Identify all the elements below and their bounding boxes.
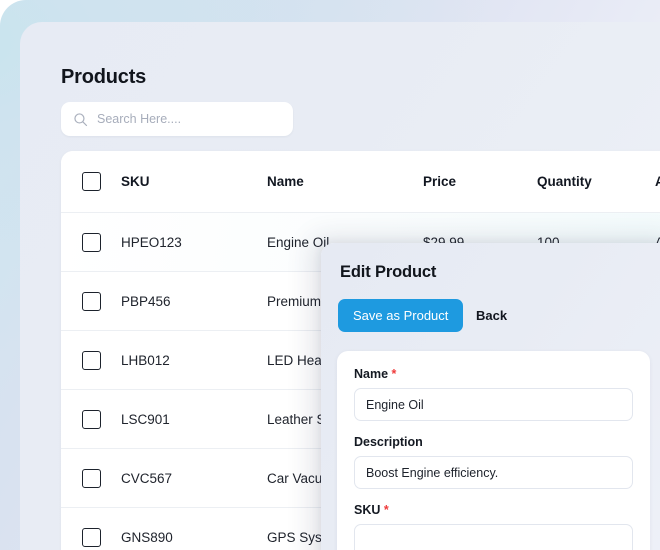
column-header-name[interactable]: Name bbox=[267, 174, 423, 189]
description-field[interactable] bbox=[354, 456, 633, 489]
sku-label-text: SKU bbox=[354, 503, 381, 517]
back-button[interactable]: Back bbox=[476, 299, 507, 332]
edit-product-form: Name * Description SKU * bbox=[337, 351, 650, 550]
cell-sku: CVC567 bbox=[121, 470, 173, 486]
screenshot-viewport: Products SKU Name Price Quantity Action bbox=[0, 0, 660, 550]
row-select-cell[interactable] bbox=[61, 468, 121, 488]
sku-field-label: SKU * bbox=[354, 503, 633, 517]
name-field[interactable] bbox=[354, 388, 633, 421]
row-select-cell[interactable] bbox=[61, 409, 121, 429]
search-icon bbox=[74, 112, 88, 126]
select-all-checkbox[interactable] bbox=[81, 172, 101, 191]
cell-sku: LSC901 bbox=[121, 411, 170, 427]
name-field-label: Name * bbox=[354, 367, 633, 381]
row-checkbox[interactable] bbox=[81, 350, 101, 370]
description-field-label: Description bbox=[354, 435, 423, 449]
search-input[interactable] bbox=[97, 112, 277, 126]
row-checkbox[interactable] bbox=[81, 232, 101, 252]
row-checkbox[interactable] bbox=[81, 409, 101, 429]
row-checkbox[interactable] bbox=[81, 527, 101, 547]
row-select-cell[interactable] bbox=[61, 232, 121, 252]
row-select-cell[interactable] bbox=[61, 350, 121, 370]
required-marker: * bbox=[388, 367, 397, 381]
edit-product-title: Edit Product bbox=[340, 263, 437, 281]
select-all-cell[interactable] bbox=[61, 172, 121, 191]
column-header-price[interactable]: Price bbox=[423, 174, 537, 189]
column-header-action[interactable]: Action bbox=[655, 174, 660, 189]
table-header-row: SKU Name Price Quantity Action bbox=[61, 151, 660, 212]
required-marker: * bbox=[380, 503, 389, 517]
row-checkbox[interactable] bbox=[81, 468, 101, 488]
cell-sku: LHB012 bbox=[121, 352, 170, 368]
column-header-quantity[interactable]: Quantity bbox=[537, 174, 655, 189]
cell-sku: GNS890 bbox=[121, 529, 173, 545]
page-title: Products bbox=[61, 66, 147, 88]
row-checkbox[interactable] bbox=[81, 291, 101, 311]
sku-field[interactable] bbox=[354, 524, 633, 550]
cell-sku: HPEO123 bbox=[121, 234, 182, 250]
cell-sku: PBP456 bbox=[121, 293, 171, 309]
edit-product-panel: Edit Product Save as Product Back Name *… bbox=[321, 243, 660, 550]
name-label-text: Name bbox=[354, 367, 389, 381]
row-select-cell[interactable] bbox=[61, 291, 121, 311]
row-select-cell[interactable] bbox=[61, 527, 121, 547]
search-bar[interactable] bbox=[61, 102, 293, 136]
column-header-sku[interactable]: SKU bbox=[121, 174, 267, 189]
save-as-product-button[interactable]: Save as Product bbox=[338, 299, 464, 332]
